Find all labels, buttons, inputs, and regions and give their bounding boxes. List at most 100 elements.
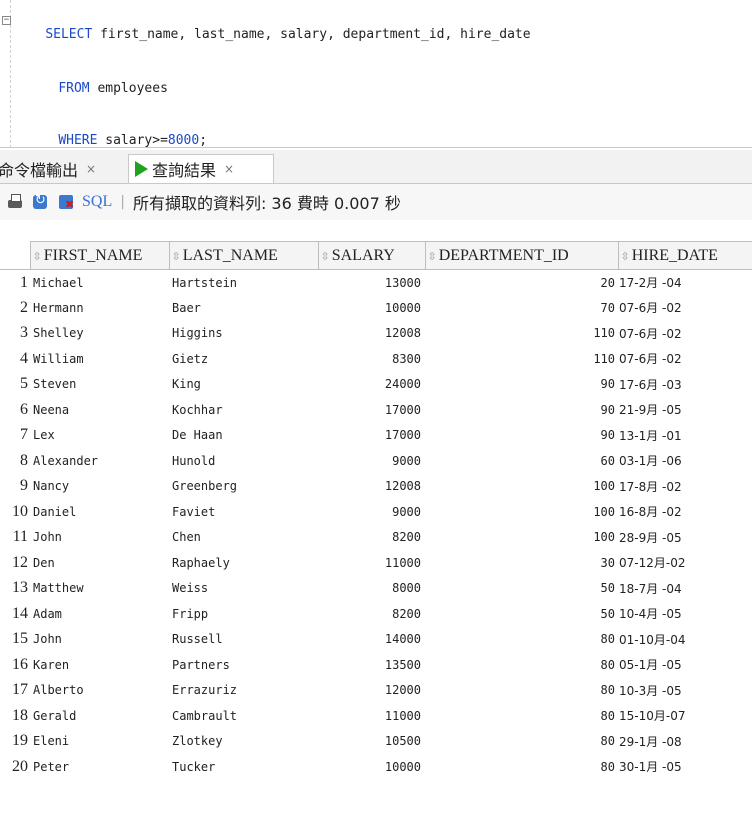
table-row[interactable]: 7 Lex De Haan 17000 90 13-1月 -01 xyxy=(0,423,752,449)
cell-salary[interactable]: 12008 xyxy=(318,474,425,500)
cell-department-id[interactable]: 80 xyxy=(425,729,618,755)
cell-last-name[interactable]: Weiss xyxy=(169,576,318,602)
cell-hire-date[interactable]: 07-12月-02 xyxy=(618,550,752,576)
cell-hire-date[interactable]: 07-6月 -02 xyxy=(618,346,752,372)
table-row[interactable]: 9 Nancy Greenberg 12008 100 17-8月 -02 xyxy=(0,474,752,500)
cell-last-name[interactable]: Partners xyxy=(169,652,318,678)
table-row[interactable]: 3 Shelley Higgins 12008 110 07-6月 -02 xyxy=(0,321,752,347)
cell-hire-date[interactable]: 21-9月 -05 xyxy=(618,397,752,423)
cell-last-name[interactable]: Gietz xyxy=(169,346,318,372)
sql-line-where[interactable]: WHERE salary>=8000; xyxy=(27,118,207,148)
tab-script-output[interactable]: 命令檔輸出 × xyxy=(0,154,126,183)
fetch-icon[interactable] xyxy=(32,193,50,211)
cell-last-name[interactable]: King xyxy=(169,372,318,398)
cell-last-name[interactable]: Raphaely xyxy=(169,550,318,576)
cell-first-name[interactable]: Lex xyxy=(30,423,169,449)
cell-salary[interactable]: 8200 xyxy=(318,525,425,551)
cell-last-name[interactable]: Hartstein xyxy=(169,270,318,296)
cell-hire-date[interactable]: 05-1月 -05 xyxy=(618,652,752,678)
cell-first-name[interactable]: John xyxy=(30,627,169,653)
table-row[interactable]: 5 Steven King 24000 90 17-6月 -03 xyxy=(0,372,752,398)
cell-hire-date[interactable]: 07-6月 -02 xyxy=(618,321,752,347)
cell-hire-date[interactable]: 10-3月 -05 xyxy=(618,678,752,704)
cell-department-id[interactable]: 60 xyxy=(425,448,618,474)
cell-last-name[interactable]: De Haan xyxy=(169,423,318,449)
column-header-first-name[interactable]: ⇳ FIRST_NAME xyxy=(29,241,170,270)
cell-last-name[interactable]: Chen xyxy=(169,525,318,551)
cell-last-name[interactable]: Greenberg xyxy=(169,474,318,500)
sql-button[interactable]: SQL xyxy=(82,193,112,211)
cell-first-name[interactable]: Alexander xyxy=(30,448,169,474)
table-row[interactable]: 12 Den Raphaely 11000 30 07-12月-02 xyxy=(0,550,752,576)
cell-department-id[interactable]: 30 xyxy=(425,550,618,576)
table-row[interactable]: 14 Adam Fripp 8200 50 10-4月 -05 xyxy=(0,601,752,627)
cell-last-name[interactable]: Fripp xyxy=(169,601,318,627)
cell-department-id[interactable]: 80 xyxy=(425,627,618,653)
cell-first-name[interactable]: Daniel xyxy=(30,499,169,525)
cell-salary[interactable]: 8000 xyxy=(318,576,425,602)
close-icon[interactable]: × xyxy=(86,162,96,176)
cell-hire-date[interactable]: 03-1月 -06 xyxy=(618,448,752,474)
cell-salary[interactable]: 8300 xyxy=(318,346,425,372)
cell-last-name[interactable]: Baer xyxy=(169,295,318,321)
table-row[interactable]: 17 Alberto Errazuriz 12000 80 10-3月 -05 xyxy=(0,678,752,704)
cell-first-name[interactable]: Den xyxy=(30,550,169,576)
cell-hire-date[interactable]: 10-4月 -05 xyxy=(618,601,752,627)
cell-department-id[interactable]: 100 xyxy=(425,474,618,500)
table-row[interactable]: 4 William Gietz 8300 110 07-6月 -02 xyxy=(0,346,752,372)
cell-hire-date[interactable]: 16-8月 -02 xyxy=(618,499,752,525)
table-row[interactable]: 13 Matthew Weiss 8000 50 18-7月 -04 xyxy=(0,576,752,602)
cell-salary[interactable]: 9000 xyxy=(318,499,425,525)
cell-last-name[interactable]: Tucker xyxy=(169,754,318,780)
close-icon[interactable]: × xyxy=(224,162,234,176)
table-row[interactable]: 6 Neena Kochhar 17000 90 21-9月 -05 xyxy=(0,397,752,423)
table-row[interactable]: 2 Hermann Baer 10000 70 07-6月 -02 xyxy=(0,295,752,321)
cell-hire-date[interactable]: 17-8月 -02 xyxy=(618,474,752,500)
cell-hire-date[interactable]: 15-10月-07 xyxy=(618,703,752,729)
cell-department-id[interactable]: 20 xyxy=(425,270,618,296)
cell-salary[interactable]: 9000 xyxy=(318,448,425,474)
cell-department-id[interactable]: 80 xyxy=(425,703,618,729)
cell-last-name[interactable]: Russell xyxy=(169,627,318,653)
cell-department-id[interactable]: 80 xyxy=(425,754,618,780)
cell-salary[interactable]: 8200 xyxy=(318,601,425,627)
cell-first-name[interactable]: Shelley xyxy=(30,321,169,347)
cell-first-name[interactable]: Alberto xyxy=(30,678,169,704)
cell-salary[interactable]: 10500 xyxy=(318,729,425,755)
cell-salary[interactable]: 14000 xyxy=(318,627,425,653)
cell-hire-date[interactable]: 29-1月 -08 xyxy=(618,729,752,755)
cell-hire-date[interactable]: 30-1月 -05 xyxy=(618,754,752,780)
cell-hire-date[interactable]: 28-9月 -05 xyxy=(618,525,752,551)
cell-department-id[interactable]: 110 xyxy=(425,321,618,347)
cell-department-id[interactable]: 100 xyxy=(425,499,618,525)
cell-department-id[interactable]: 90 xyxy=(425,397,618,423)
table-row[interactable]: 20 Peter Tucker 10000 80 30-1月 -05 xyxy=(0,754,752,780)
table-row[interactable]: 11 John Chen 8200 100 28-9月 -05 xyxy=(0,525,752,551)
table-row[interactable]: 1 Michael Hartstein 13000 20 17-2月 -04 xyxy=(0,270,752,296)
print-icon[interactable] xyxy=(6,193,24,211)
delete-icon[interactable] xyxy=(58,193,76,211)
table-row[interactable]: 15 John Russell 14000 80 01-10月-04 xyxy=(0,627,752,653)
cell-department-id[interactable]: 100 xyxy=(425,525,618,551)
cell-last-name[interactable]: Higgins xyxy=(169,321,318,347)
cell-department-id[interactable]: 90 xyxy=(425,372,618,398)
cell-department-id[interactable]: 80 xyxy=(425,652,618,678)
cell-salary[interactable]: 12000 xyxy=(318,678,425,704)
cell-first-name[interactable]: Steven xyxy=(30,372,169,398)
cell-department-id[interactable]: 50 xyxy=(425,576,618,602)
cell-first-name[interactable]: Gerald xyxy=(30,703,169,729)
cell-department-id[interactable]: 110 xyxy=(425,346,618,372)
cell-hire-date[interactable]: 01-10月-04 xyxy=(618,627,752,653)
table-row[interactable]: 16 Karen Partners 13500 80 05-1月 -05 xyxy=(0,652,752,678)
cell-hire-date[interactable]: 07-6月 -02 xyxy=(618,295,752,321)
cell-salary[interactable]: 13000 xyxy=(318,270,425,296)
tab-query-result[interactable]: 查詢結果 × xyxy=(128,154,274,183)
cell-salary[interactable]: 13500 xyxy=(318,652,425,678)
cell-first-name[interactable]: Karen xyxy=(30,652,169,678)
table-row[interactable]: 8 Alexander Hunold 9000 60 03-1月 -06 xyxy=(0,448,752,474)
cell-hire-date[interactable]: 13-1月 -01 xyxy=(618,423,752,449)
cell-first-name[interactable]: Adam xyxy=(30,601,169,627)
cell-first-name[interactable]: Michael xyxy=(30,270,169,296)
cell-first-name[interactable]: Peter xyxy=(30,754,169,780)
sql-line-select[interactable]: SELECT first_name, last_name, salary, de… xyxy=(14,12,530,57)
